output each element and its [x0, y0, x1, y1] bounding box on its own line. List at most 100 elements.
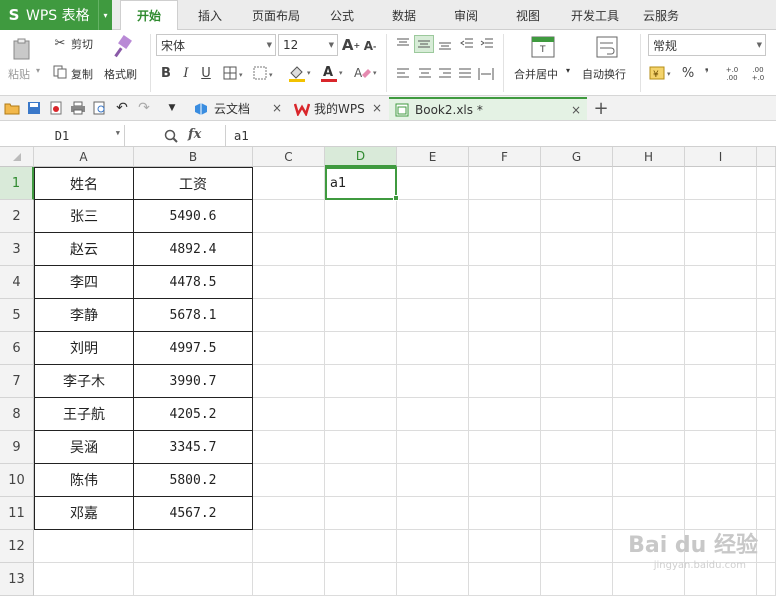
cell-d8[interactable]: [325, 398, 397, 431]
comma-format-button[interactable]: ❜: [700, 64, 714, 82]
app-menu-dropdown-icon[interactable]: ▾: [98, 0, 112, 30]
tab-page-layout[interactable]: 页面布局: [242, 0, 310, 30]
cell-e4[interactable]: [397, 266, 469, 299]
clear-format-icon[interactable]: A ▾: [352, 63, 380, 83]
row-header-10[interactable]: 10: [0, 464, 34, 497]
italic-icon[interactable]: I: [178, 64, 194, 82]
format-painter-button[interactable]: 格式刷: [104, 66, 137, 82]
cell-d10[interactable]: [325, 464, 397, 497]
align-middle-icon[interactable]: [414, 35, 434, 53]
align-center-icon[interactable]: [416, 66, 434, 82]
cell-j8[interactable]: [757, 398, 776, 431]
wrap-text-icon[interactable]: [594, 34, 620, 60]
tab-view[interactable]: 视图: [504, 0, 552, 30]
cell-j1[interactable]: [757, 167, 776, 200]
cell-h7[interactable]: [613, 365, 685, 398]
column-header-b[interactable]: B: [134, 147, 253, 167]
print-icon[interactable]: [70, 100, 86, 116]
row-header-4[interactable]: 4: [0, 266, 34, 299]
cell-h4[interactable]: [613, 266, 685, 299]
cell-i10[interactable]: [685, 464, 757, 497]
cell-f12[interactable]: [469, 530, 541, 563]
app-menu-button[interactable]: S WPS 表格 ▾: [0, 0, 112, 30]
cell-b13[interactable]: [134, 563, 253, 596]
row-header-12[interactable]: 12: [0, 530, 34, 563]
cell-g5[interactable]: [541, 299, 613, 332]
border-icon[interactable]: ▾: [222, 65, 248, 81]
open-folder-icon[interactable]: [4, 100, 20, 116]
cell-j11[interactable]: [757, 497, 776, 530]
cell-i8[interactable]: [685, 398, 757, 431]
close-icon[interactable]: ×: [272, 101, 282, 115]
cell-f11[interactable]: [469, 497, 541, 530]
export-pdf-icon[interactable]: [48, 100, 64, 116]
cell-b12[interactable]: [134, 530, 253, 563]
number-format-select[interactable]: 常规 ▼: [648, 34, 766, 56]
cell-j6[interactable]: [757, 332, 776, 365]
cell-e12[interactable]: [397, 530, 469, 563]
cell-j3[interactable]: [757, 233, 776, 266]
cell-e7[interactable]: [397, 365, 469, 398]
cell-g2[interactable]: [541, 200, 613, 233]
cell-j5[interactable]: [757, 299, 776, 332]
column-header-a[interactable]: A: [34, 147, 134, 167]
fill-handle[interactable]: [393, 195, 399, 201]
name-box[interactable]: D1 ▼: [0, 125, 125, 147]
row-header-5[interactable]: 5: [0, 299, 34, 332]
cell-g4[interactable]: [541, 266, 613, 299]
undo-icon[interactable]: ↶: [114, 100, 130, 116]
cell-j9[interactable]: [757, 431, 776, 464]
cell-b9[interactable]: 3345.7: [134, 431, 253, 464]
cell-c6[interactable]: [253, 332, 325, 365]
cut-button[interactable]: 剪切: [71, 36, 93, 52]
cell-d7[interactable]: [325, 365, 397, 398]
cell-f1[interactable]: [469, 167, 541, 200]
row-header-6[interactable]: 6: [0, 332, 34, 365]
justify-icon[interactable]: [456, 66, 474, 82]
merge-center-button[interactable]: 合并居中: [514, 66, 558, 82]
cell-e8[interactable]: [397, 398, 469, 431]
align-right-icon[interactable]: [436, 66, 454, 82]
cell-b11[interactable]: 4567.2: [134, 497, 253, 530]
column-header-i[interactable]: I: [685, 147, 757, 167]
cell-d3[interactable]: [325, 233, 397, 266]
cell-h8[interactable]: [613, 398, 685, 431]
row-header-9[interactable]: 9: [0, 431, 34, 464]
cell-b5[interactable]: 5678.1: [134, 299, 253, 332]
cell-a1[interactable]: 姓名: [34, 167, 134, 200]
cell-a7[interactable]: 李子木: [34, 365, 134, 398]
column-header-j[interactable]: [757, 147, 776, 167]
cell-e10[interactable]: [397, 464, 469, 497]
cell-b4[interactable]: 4478.5: [134, 266, 253, 299]
column-header-h[interactable]: H: [613, 147, 685, 167]
cell-c7[interactable]: [253, 365, 325, 398]
cell-h5[interactable]: [613, 299, 685, 332]
new-tab-plus-icon[interactable]: +: [593, 98, 609, 119]
cell-f4[interactable]: [469, 266, 541, 299]
cell-d9[interactable]: [325, 431, 397, 464]
row-header-1[interactable]: 1: [0, 167, 34, 200]
tab-insert[interactable]: 插入: [185, 0, 235, 30]
increase-font-size-icon[interactable]: A +: [342, 36, 360, 54]
cell-j13[interactable]: [757, 563, 776, 596]
cell-f7[interactable]: [469, 365, 541, 398]
cell-i11[interactable]: [685, 497, 757, 530]
decrease-indent-icon[interactable]: [458, 36, 476, 52]
cell-g7[interactable]: [541, 365, 613, 398]
cell-c3[interactable]: [253, 233, 325, 266]
cell-i5[interactable]: [685, 299, 757, 332]
cell-d13[interactable]: [325, 563, 397, 596]
font-size-select[interactable]: 12 ▼: [278, 34, 338, 56]
merge-dropdown-icon[interactable]: ▾: [566, 66, 570, 75]
cell-a4[interactable]: 李四: [34, 266, 134, 299]
worksheet-grid[interactable]: A B C D E F G H I 1 姓名 工资 a1 2 张三 5490.6 3 赵云 489…: [0, 147, 776, 596]
cell-h10[interactable]: [613, 464, 685, 497]
cell-e11[interactable]: [397, 497, 469, 530]
cell-c12[interactable]: [253, 530, 325, 563]
row-header-13[interactable]: 13: [0, 563, 34, 596]
distributed-align-icon[interactable]: [476, 66, 496, 82]
decrease-font-size-icon[interactable]: A-: [362, 38, 378, 54]
cell-g9[interactable]: [541, 431, 613, 464]
cell-d4[interactable]: [325, 266, 397, 299]
row-header-3[interactable]: 3: [0, 233, 34, 266]
